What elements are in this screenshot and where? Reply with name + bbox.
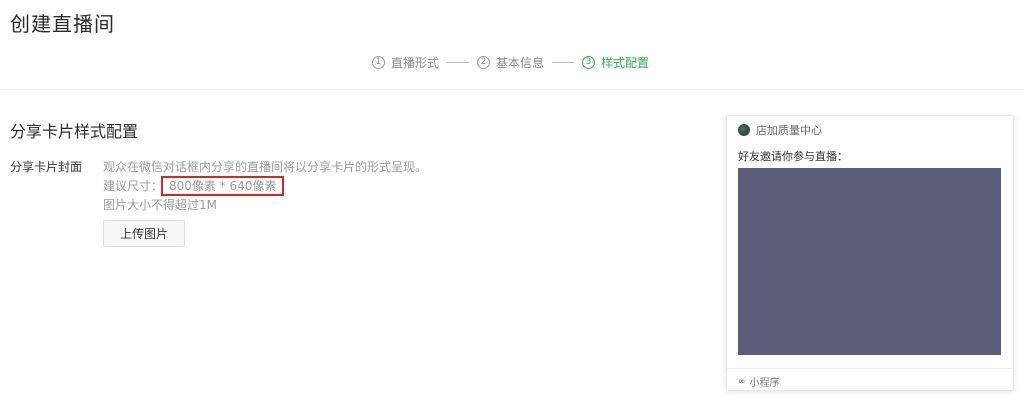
- cover-image-placeholder: [738, 168, 1001, 355]
- cover-size-limit: 图片大小不得超过1M: [103, 198, 217, 212]
- step-2: 2 基本信息: [477, 54, 544, 71]
- cover-description-text: 观众在微信对话框内分享的直播间将以分享卡片的形式呈现。: [103, 160, 428, 174]
- step-connector: [447, 61, 470, 63]
- shop-name: 店加质量中心: [756, 124, 822, 137]
- step-1: 1 直播形式: [372, 54, 439, 71]
- cover-size-value: 800像素 * 640像素: [161, 176, 285, 196]
- shop-avatar: [738, 124, 750, 136]
- share-card-header: 店加质量中心: [738, 122, 822, 138]
- step-connector: [552, 61, 575, 63]
- step-3-number: 3: [582, 55, 596, 69]
- cover-size-prefix: 建议尺寸：: [103, 179, 164, 193]
- step-1-number: 1: [372, 55, 385, 69]
- mini-program-icon: ∞: [738, 376, 746, 387]
- step-3: 3 样式配置: [582, 54, 649, 71]
- section-title: 分享卡片样式配置: [10, 122, 139, 141]
- mini-program-label: 小程序: [749, 378, 780, 389]
- share-card-preview: 店加质量中心 好友邀请你参与直播： ∞ 小程序: [726, 115, 1014, 391]
- cover-size-line: 建议尺寸： 800像素 * 640像素: [103, 176, 427, 196]
- page-title: 创建直播间: [10, 12, 115, 36]
- cover-field-description: 观众在微信对话框内分享的直播间将以分享卡片的形式呈现。 建议尺寸： 800像素 *…: [103, 158, 427, 214]
- step-2-label: 基本信息: [496, 55, 545, 70]
- invite-text: 好友邀请你参与直播：: [738, 150, 848, 163]
- share-card-footer: ∞ 小程序: [738, 374, 780, 390]
- step-indicator: 1 直播形式 2 基本信息 3 样式配置: [372, 52, 649, 72]
- step-2-number: 2: [477, 55, 491, 69]
- cover-field-label: 分享卡片封面: [10, 160, 83, 174]
- header-divider: [0, 89, 1024, 90]
- card-divider: [727, 368, 1013, 369]
- step-1-label: 直播形式: [391, 55, 440, 70]
- upload-image-button[interactable]: 上传图片: [103, 220, 185, 247]
- step-3-label: 样式配置: [601, 55, 650, 70]
